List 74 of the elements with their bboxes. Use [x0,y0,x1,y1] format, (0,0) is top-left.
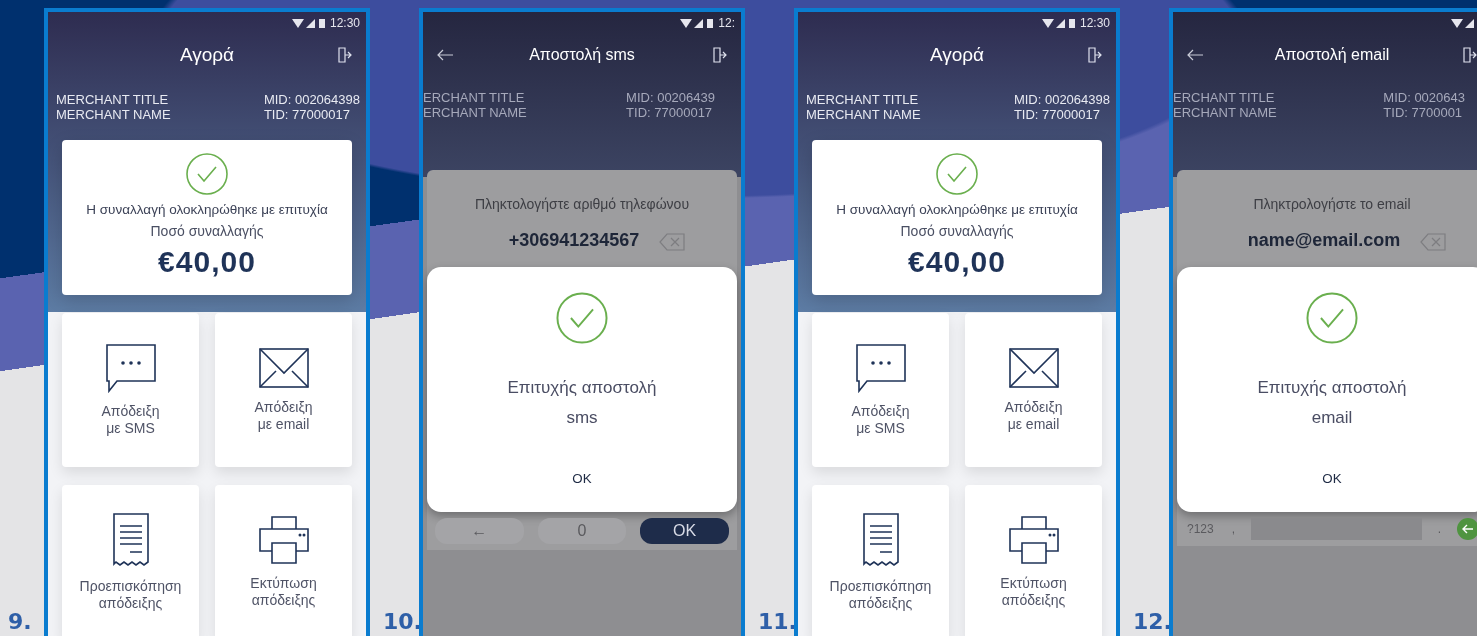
success-message: Επιτυχής αποστολή sms [506,377,658,429]
receipt-icon [111,512,150,568]
step-number: 9. [8,609,33,634]
success-message: Επιτυχής αποστολή email [1256,377,1408,429]
envelope-icon [257,347,310,389]
screen-title: Αγορά [179,44,235,66]
receipt-option-tile[interactable]: Εκτύπωση απόδειξης [965,485,1102,636]
back-arrow-icon[interactable] [436,49,454,61]
terminal-id: TID: 7700001 [1383,105,1464,120]
check-circle-icon [935,152,979,196]
result-message: Η συναλλαγή ολοκληρώθηκε με επιτυχία [86,202,328,217]
enter-arrow-icon [1462,524,1474,534]
step-number: 11. [758,609,794,634]
chat-bubble-icon [854,343,907,393]
printer-icon [257,515,310,565]
exit-door-icon[interactable] [710,46,728,64]
merchant-title: ERCHANT TITLE [1173,90,1276,105]
receipt-option-tile[interactable]: Εκτύπωση απόδειξης [215,485,352,636]
ok-button[interactable]: OK [562,467,602,490]
receipt-icon [861,512,900,568]
receipt-option-tile[interactable]: Απόδειξη με email [965,313,1102,467]
screen-title: Αποστολή sms [529,46,635,64]
amount-label: Ποσό συναλλαγής [150,223,264,239]
ok-key[interactable]: OK [640,518,729,544]
receipt-option-tile[interactable]: Απόδειξη με email [215,313,352,467]
merchant-name: MERCHANT NAME [806,107,921,122]
merchant-name: ERCHANT NAME [1173,105,1277,120]
amount-label: Ποσό συναλλαγής [900,223,1014,239]
input-prompt: Πληκτρολογήστε το email [1253,196,1411,212]
result-message: Η συναλλαγή ολοκληρώθηκε με επιτυχία [836,202,1078,217]
status-time: 12:30 [329,16,360,30]
envelope-icon [1007,347,1060,389]
merchant-title: MERCHANT TITLE [56,92,170,107]
step-number: 12. [1133,609,1169,634]
input-prompt: Πληκτολογήστε αριθμό τηλεφώνου [474,196,690,212]
check-circle-icon [185,152,229,196]
receipt-option-tile[interactable]: Απόδειξη με SMS [62,313,199,467]
terminal-id: TID: 77000017 [1013,107,1101,122]
receipt-option-tile[interactable]: Προεπισκόπηση απόδειξης [62,485,199,636]
merchant-id: MID: 002064398 [1013,92,1110,107]
receipt-option-tile[interactable]: Απόδειξη με SMS [812,313,949,467]
signal-battery-icon [680,17,715,29]
signal-battery-icon [1041,17,1076,29]
exit-door-icon[interactable] [335,46,353,64]
merchant-title: MERCHANT TITLE [806,92,920,107]
merchant-name: ERCHANT NAME [423,105,527,120]
merchant-id: MID: 00206439 [626,90,715,105]
status-time: 12:30 [1079,16,1110,30]
exit-door-icon[interactable] [1085,46,1103,64]
screen-title: Αγορά [929,44,985,66]
merchant-title: ERCHANT TITLE [423,90,526,105]
back-arrow-icon[interactable] [1186,49,1204,61]
input-field[interactable]: name@email.com [1247,230,1401,253]
merchant-id: MID: 0020643 [1383,90,1465,105]
terminal-id: TID: 77000017 [626,105,714,120]
exit-door-icon[interactable] [1460,46,1477,64]
input-field[interactable]: +306941234567 [508,230,640,253]
printer-icon [1007,515,1060,565]
check-circle-icon [555,291,609,345]
status-time: 12: [718,16,735,30]
signal-battery-icon [291,17,326,29]
chat-bubble-icon [104,343,157,393]
receipt-option-tile[interactable]: Προεπισκόπηση απόδειξης [812,485,949,636]
terminal-id: TID: 77000017 [263,107,351,122]
amount-value: €40,00 [908,245,1006,279]
enter-key[interactable] [1457,518,1477,540]
signal-battery-icon [1451,17,1477,29]
merchant-name: MERCHANT NAME [56,107,171,122]
screen-title: Αποστολή email [1274,46,1390,64]
merchant-id: MID: 002064398 [263,92,360,107]
check-circle-icon [1305,291,1359,345]
amount-value: €40,00 [158,245,256,279]
step-number: 10. [383,609,419,634]
ok-button[interactable]: OK [1312,467,1352,490]
